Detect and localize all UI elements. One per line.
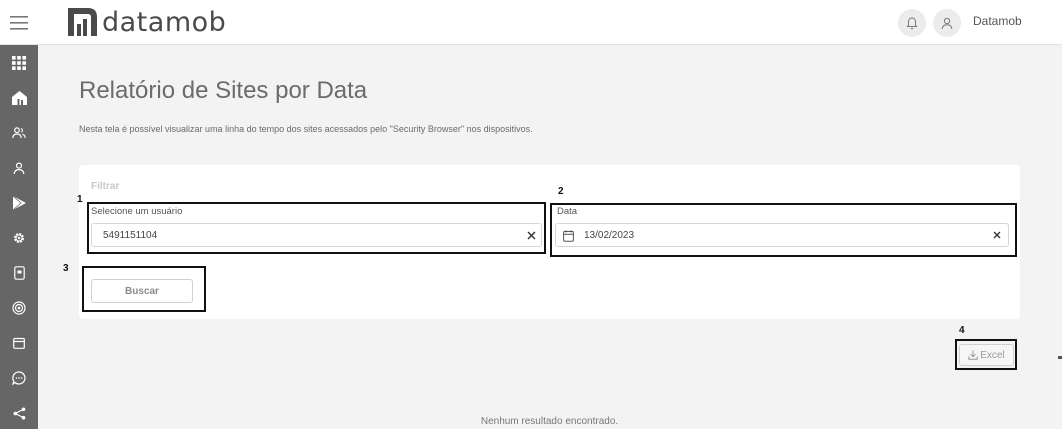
logo-text: datamob: [102, 6, 227, 38]
sidebar-item-user[interactable]: [0, 156, 38, 180]
logo-mark-icon: [68, 8, 97, 36]
sidebar-item-device[interactable]: [0, 261, 38, 285]
annotation-box-3: [82, 266, 206, 312]
play-store-icon: [12, 196, 26, 210]
excel-export-button[interactable]: Excel: [959, 344, 1014, 366]
annotation-number-4: 4: [959, 325, 965, 336]
user-icon: [941, 17, 953, 29]
page-title: Relatório de Sites por Data: [79, 77, 368, 104]
no-results-message: Nenhum resultado encontrado.: [480, 416, 619, 427]
sidebar-item-users[interactable]: [0, 121, 38, 145]
top-bar: datamob Datamob: [0, 0, 1062, 45]
users-icon: [12, 127, 26, 139]
calendar-icon: [13, 337, 25, 349]
sidebar-item-settings[interactable]: [0, 226, 38, 250]
bell-icon: [906, 16, 918, 29]
sidebar-item-apps[interactable]: [0, 51, 38, 75]
notifications-button[interactable]: [898, 9, 926, 37]
annotation-number-1: 1: [77, 194, 83, 205]
location-target-icon: [12, 301, 26, 315]
sidebar-item-play-store[interactable]: [0, 191, 38, 215]
annotation-number-3: 3: [63, 263, 69, 274]
user-icon: [13, 161, 25, 174]
excel-label: Excel: [980, 349, 1005, 361]
download-icon: [968, 350, 978, 360]
page-description: Nesta tela é possível visualizar uma lin…: [79, 124, 533, 134]
annotation-number-2: 2: [558, 186, 564, 197]
sidebar-item-location[interactable]: [0, 296, 38, 320]
annotation-box-1: [87, 202, 546, 254]
user-name[interactable]: Datamob: [973, 14, 1022, 28]
sidebar: [0, 45, 38, 429]
user-avatar-button[interactable]: [933, 9, 961, 37]
sidebar-item-home[interactable]: [0, 86, 38, 110]
home-icon: [11, 91, 27, 105]
device-icon: [13, 266, 25, 280]
datamob-logo[interactable]: datamob: [68, 6, 226, 38]
sidebar-item-chat[interactable]: [0, 366, 38, 390]
menu-icon[interactable]: [0, 0, 38, 45]
sidebar-item-calendar[interactable]: [0, 331, 38, 355]
annotation-box-2: [550, 203, 1017, 257]
apps-grid-icon: [12, 56, 26, 70]
gear-icon: [14, 233, 24, 243]
filter-title: Filtrar: [91, 181, 120, 192]
chat-icon: [12, 371, 26, 385]
scroll-marker: [1058, 356, 1062, 359]
